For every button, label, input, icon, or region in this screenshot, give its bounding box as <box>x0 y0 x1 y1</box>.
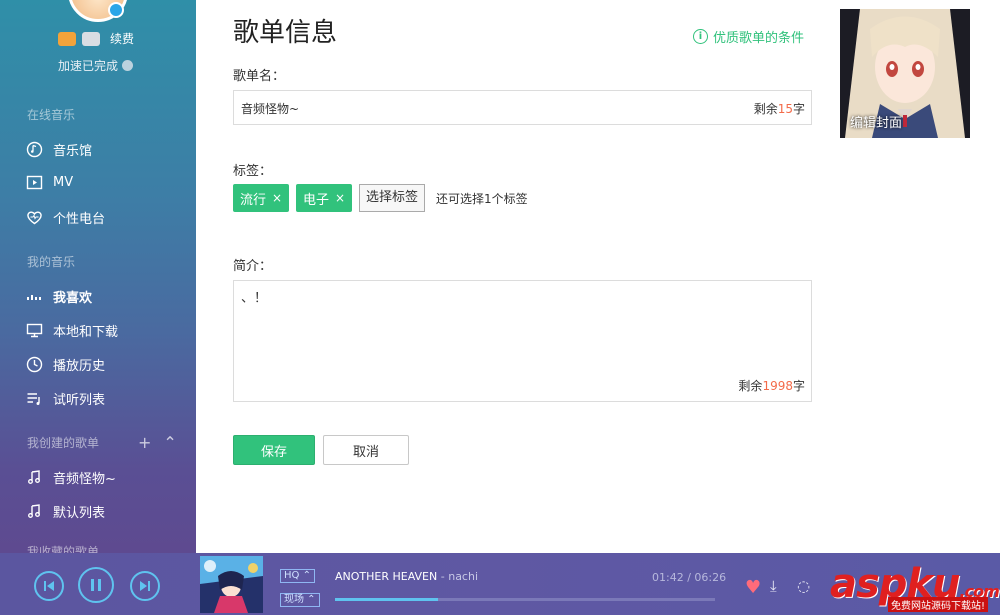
save-button[interactable]: 保存 <box>233 435 315 465</box>
artist-name[interactable]: nachi <box>448 570 478 583</box>
sidebar-item-music-hall[interactable]: 音乐馆 <box>26 140 92 159</box>
remain-prefix: 剩余 <box>738 379 763 393</box>
tags-label: 标签： <box>233 164 273 179</box>
section-my-music: 我的音乐 <box>27 255 76 269</box>
avatar-badge-icon <box>108 2 124 18</box>
previous-icon <box>44 581 54 591</box>
sidebar-item-label: 试听列表 <box>53 393 106 408</box>
vip-silver-icon[interactable] <box>82 31 100 46</box>
tag-remove-icon[interactable]: × <box>272 191 282 205</box>
remain-suffix: 字 <box>792 102 805 116</box>
speed-status-text: 加速已完成 <box>58 59 119 73</box>
section-tools: + ⌃ <box>138 433 177 452</box>
description-value: 、！ <box>241 291 268 306</box>
favorites-bars-icon <box>26 288 43 305</box>
edit-cover-label: 编辑封面 <box>850 116 903 131</box>
vip-gold-icon[interactable] <box>58 31 76 46</box>
sidebar-item-label: 播放历史 <box>53 359 106 374</box>
quality-badge[interactable]: HQ ⌃ <box>280 569 315 583</box>
sidebar-playlist-item[interactable]: 音频怪物~ <box>26 468 116 487</box>
tag-chip-electronic[interactable]: 电子 × <box>296 184 353 212</box>
list-icon <box>26 390 43 407</box>
sound-mode-badge[interactable]: 现场 ⌃ <box>280 593 320 607</box>
quality-text: HQ <box>284 570 300 581</box>
sidebar: 续费 加速已完成 在线音乐 音乐馆 MV 个性电台 我的音乐 我喜欢 本地和下载 <box>0 0 196 553</box>
add-playlist-icon[interactable]: + <box>138 433 151 452</box>
remain-prefix: 剩余 <box>753 102 778 116</box>
sidebar-item-radio[interactable]: 个性电台 <box>26 208 105 227</box>
vip-renew-link[interactable]: 续费 <box>110 30 134 47</box>
tag-label: 流行 <box>240 192 267 208</box>
site-watermark: aspku.com 免费网站源码下载站! <box>830 555 1000 615</box>
title-separator: - <box>437 570 449 583</box>
vip-row: 续费 <box>58 30 134 47</box>
sidebar-item-label: 个性电台 <box>53 212 106 227</box>
sidebar-item-label: MV <box>53 175 74 190</box>
tag-remove-icon[interactable]: × <box>335 191 345 205</box>
album-art-image <box>200 556 263 613</box>
playlist-cover[interactable]: 编辑封面 <box>840 9 970 138</box>
speed-check-icon <box>122 60 134 71</box>
collapse-chevron-icon[interactable]: ⌃ <box>163 433 176 452</box>
pause-button[interactable] <box>78 567 114 603</box>
remain-number: 1998 <box>762 379 793 393</box>
music-note-icon <box>26 469 43 486</box>
song-name: ANOTHER HEAVEN <box>335 570 438 583</box>
sidebar-item-label: 默认列表 <box>53 506 106 521</box>
clock-icon <box>26 356 43 373</box>
sidebar-item-local-download[interactable]: 本地和下载 <box>26 321 118 340</box>
sidebar-playlist-item[interactable]: 默认列表 <box>26 502 105 521</box>
music-hall-icon <box>26 141 43 158</box>
radio-heart-icon <box>26 209 43 226</box>
next-button[interactable] <box>130 571 160 601</box>
tag-chip-pop[interactable]: 流行 × <box>233 184 290 212</box>
progress-bar[interactable] <box>335 598 715 601</box>
description-remaining-count: 剩余1998字 <box>738 377 805 394</box>
previous-button[interactable] <box>34 571 64 601</box>
info-icon: i <box>693 29 708 44</box>
progress-fill <box>335 598 438 601</box>
comment-icon[interactable]: ◌ <box>797 577 810 595</box>
section-favorited-playlists: 我收藏的歌单 <box>27 545 100 553</box>
monitor-icon <box>26 322 43 339</box>
main-panel: 歌单信息 i 优质歌单的条件 歌单名： 音频怪物~ 剩余15字 标签： 流行 ×… <box>196 0 1000 553</box>
playlist-name-value: 音频怪物~ <box>241 102 300 116</box>
sidebar-item-history[interactable]: 播放历史 <box>26 355 105 374</box>
like-heart-icon[interactable]: ♥ <box>745 577 761 598</box>
description-label: 简介： <box>233 259 273 274</box>
cancel-button[interactable]: 取消 <box>323 435 409 465</box>
description-textarea[interactable]: 、！ 剩余1998字 <box>233 280 812 402</box>
mv-icon <box>26 174 43 191</box>
name-remaining-count: 剩余15字 <box>754 100 805 117</box>
section-online-music: 在线音乐 <box>27 108 76 122</box>
sidebar-item-label: 音频怪物~ <box>53 472 116 487</box>
quality-conditions-label: 优质歌单的条件 <box>713 31 805 46</box>
watermark-tagline: 免费网站源码下载站! <box>888 597 989 612</box>
album-art[interactable] <box>200 556 263 613</box>
sidebar-item-label: 音乐馆 <box>53 144 93 159</box>
pause-icon <box>91 579 101 591</box>
playlist-name-input[interactable]: 音频怪物~ 剩余15字 <box>233 90 812 125</box>
sound-mode-text: 现场 <box>284 594 304 605</box>
playback-time: 01:42 / 06:26 <box>652 571 727 584</box>
remain-suffix: 字 <box>792 379 805 393</box>
tag-hint: 还可选择1个标签 <box>436 192 528 206</box>
music-note-icon <box>26 503 43 520</box>
section-created-playlists: 我创建的歌单 <box>27 436 100 450</box>
sidebar-item-label: 本地和下载 <box>53 325 119 340</box>
quality-conditions-link[interactable]: i 优质歌单的条件 <box>693 27 804 46</box>
speed-status: 加速已完成 <box>58 57 134 74</box>
sidebar-item-label: 我喜欢 <box>53 291 93 306</box>
remain-number: 15 <box>777 102 793 116</box>
page-title: 歌单信息 <box>233 18 338 48</box>
sidebar-item-favorites[interactable]: 我喜欢 <box>26 287 92 306</box>
sidebar-item-mv[interactable]: MV <box>26 174 73 191</box>
next-icon <box>140 581 150 591</box>
download-icon[interactable]: ⤓ <box>770 577 777 595</box>
select-tag-button[interactable]: 选择标签 <box>359 184 426 212</box>
tag-label: 电子 <box>303 192 330 208</box>
sidebar-item-preview-list[interactable]: 试听列表 <box>26 389 105 408</box>
playlist-name-label: 歌单名： <box>233 69 286 84</box>
now-playing-title[interactable]: ANOTHER HEAVEN - nachi <box>335 570 478 583</box>
